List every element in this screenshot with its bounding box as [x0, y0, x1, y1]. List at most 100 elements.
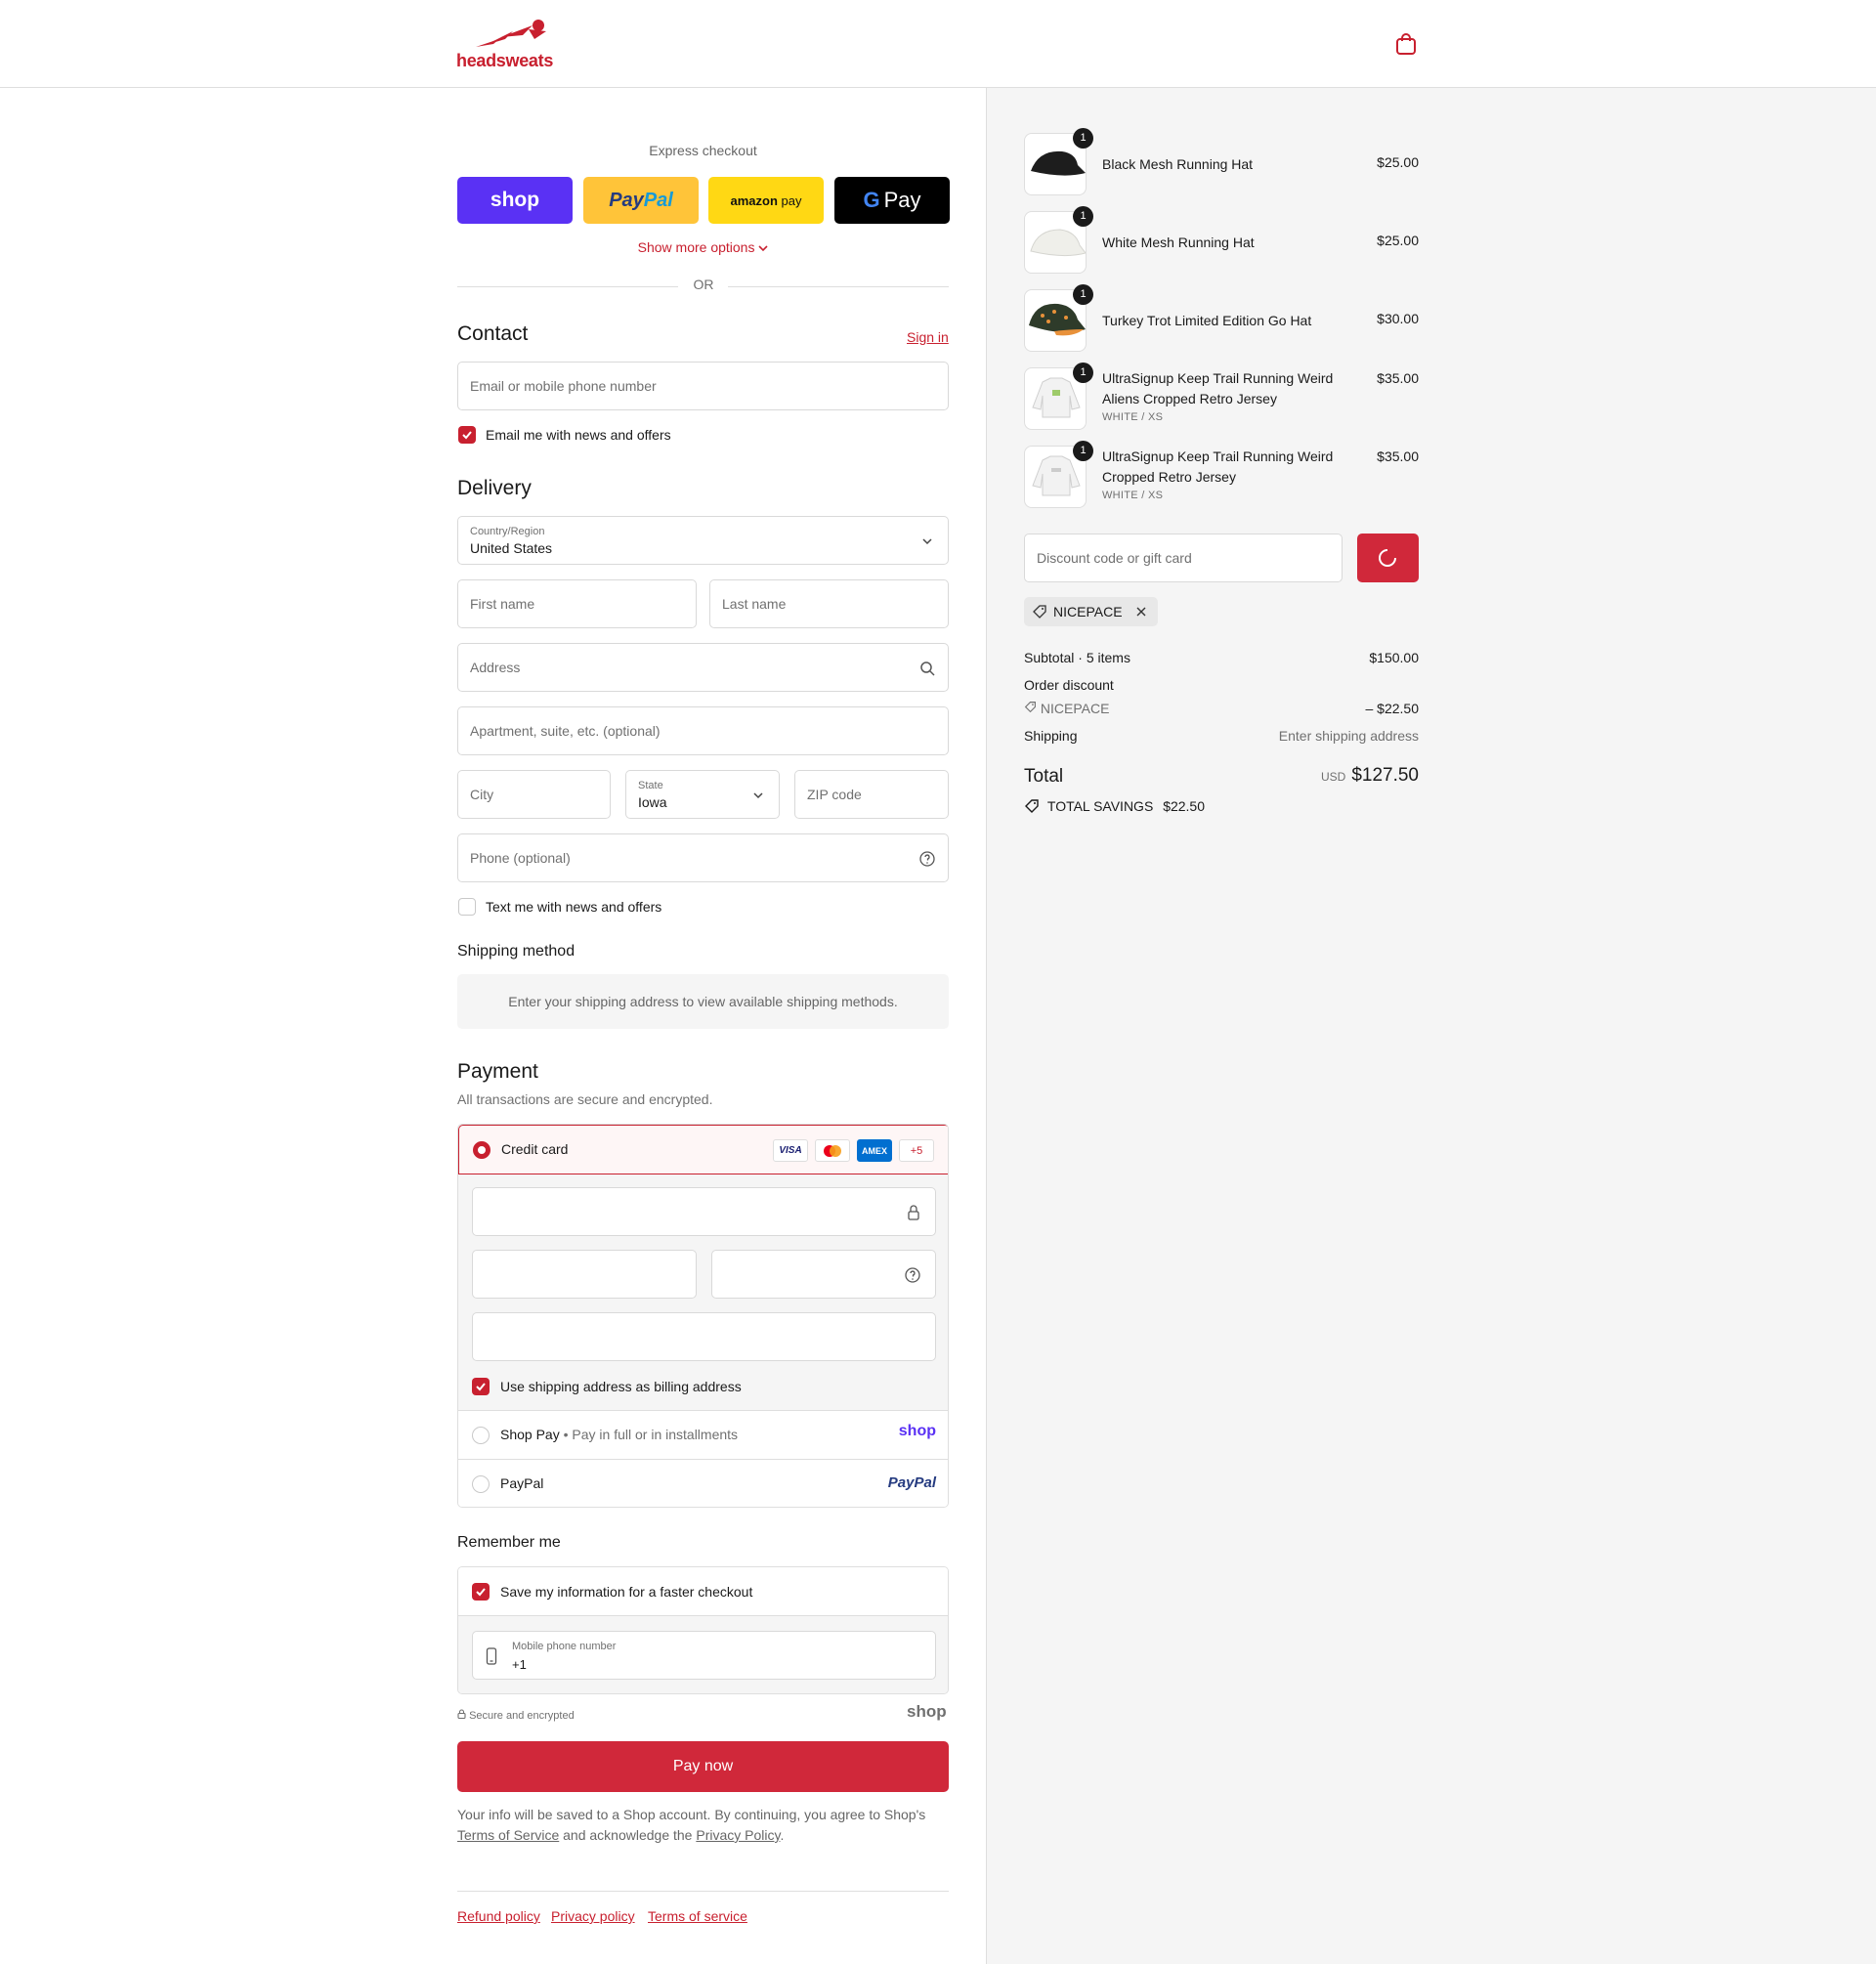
total-value: $127.50 [1351, 765, 1419, 786]
paypal-logo: PayPal [609, 189, 673, 211]
sign-in-link[interactable]: Sign in [907, 329, 949, 345]
loading-spinner-icon [1379, 549, 1396, 567]
remember-me-heading: Remember me [457, 1534, 561, 1551]
quantity-badge: 1 [1073, 441, 1093, 461]
shop-logo: shop [907, 1702, 947, 1721]
google-pay-express-button[interactable]: G Pay [834, 177, 950, 224]
contact-heading: Contact [457, 322, 529, 345]
quantity-badge: 1 [1073, 363, 1093, 383]
lock-icon [908, 1205, 919, 1220]
mobile-phone-field[interactable]: Mobile phone number +1 [472, 1631, 936, 1680]
state-select[interactable]: State Iowa [625, 770, 780, 819]
visa-icon: VISA [773, 1139, 808, 1162]
shop-pay-logo: shop [898, 1423, 936, 1439]
total-savings-row: TOTAL SAVINGS $22.50 [1024, 798, 1205, 814]
help-circle-icon[interactable] [918, 850, 936, 868]
brand-wordmark: headsweats [456, 51, 554, 70]
address-field[interactable]: Address [457, 643, 949, 692]
item-price: $25.00 [1377, 154, 1419, 170]
card-number-field[interactable] [472, 1187, 936, 1236]
checkmark-icon [462, 431, 472, 440]
item-name: UltraSignup Keep Trail Running Weird Cro… [1102, 448, 1334, 485]
google-g-icon: G [863, 188, 880, 212]
shipping-label: Shipping [1024, 728, 1078, 744]
terms-of-service-link[interactable]: Terms of service [648, 1908, 747, 1924]
shop-pay-radio[interactable] [472, 1427, 490, 1444]
headsweats-logo[interactable]: headsweats [456, 18, 558, 70]
first-name-field[interactable]: First name [457, 579, 697, 628]
item-name: Turkey Trot Limited Edition Go Hat [1102, 313, 1312, 328]
order-discount-label: Order discount [1024, 677, 1114, 693]
shipping-value: Enter shipping address [1278, 728, 1419, 744]
checkmark-icon [476, 1383, 486, 1391]
item-price: $35.00 [1377, 448, 1419, 464]
apply-discount-button[interactable] [1357, 534, 1419, 582]
email-news-checkbox[interactable] [458, 426, 476, 444]
lock-icon [457, 1709, 466, 1720]
item-variant: WHITE / XS [1102, 490, 1164, 501]
item-name: White Mesh Running Hat [1102, 235, 1255, 250]
payment-subtitle: All transactions are secure and encrypte… [457, 1091, 713, 1107]
credit-card-form: Use shipping address as billing address [458, 1174, 948, 1411]
email-field[interactable]: Email or mobile phone number [457, 362, 949, 410]
city-field[interactable]: City [457, 770, 611, 819]
privacy-policy-link[interactable]: Privacy policy [551, 1908, 635, 1924]
shopping-bag-icon[interactable] [1395, 32, 1417, 56]
quantity-badge: 1 [1073, 206, 1093, 227]
save-info-checkbox[interactable] [472, 1583, 490, 1601]
paypal-option[interactable]: PayPal PayPal [458, 1460, 948, 1507]
save-info-label: Save my information for a faster checkou… [500, 1584, 753, 1600]
help-circle-icon[interactable] [904, 1266, 921, 1284]
show-more-options-link[interactable]: Show more options [457, 239, 949, 255]
item-price: $25.00 [1377, 233, 1419, 248]
chevron-down-icon [753, 792, 763, 799]
paypal-express-button[interactable]: PayPal [583, 177, 699, 224]
billing-address-checkbox[interactable] [472, 1378, 490, 1395]
chevron-down-icon [922, 538, 932, 545]
search-icon [920, 662, 935, 676]
paypal-logo: PayPal [887, 1474, 936, 1491]
last-name-field[interactable]: Last name [709, 579, 949, 628]
gpay-label: Pay [883, 188, 921, 212]
shop-privacy-link[interactable]: Privacy Policy [696, 1827, 780, 1843]
divider [457, 286, 678, 287]
credit-card-option[interactable]: Credit card VISA AMEX +5 [458, 1125, 948, 1174]
phone-field[interactable]: Phone (optional) [457, 833, 949, 882]
total-label: Total [1024, 766, 1064, 787]
refund-policy-link[interactable]: Refund policy [457, 1908, 540, 1924]
shop-terms-link[interactable]: Terms of Service [457, 1827, 559, 1843]
discount-code-field[interactable]: Discount code or gift card [1024, 534, 1343, 582]
divider [728, 286, 949, 287]
paypal-radio[interactable] [472, 1475, 490, 1493]
shipping-method-heading: Shipping method [457, 943, 576, 960]
apartment-field[interactable]: Apartment, suite, etc. (optional) [457, 706, 949, 755]
pay-now-button[interactable]: Pay now [457, 1741, 949, 1792]
delivery-heading: Delivery [457, 477, 532, 499]
expiration-date-field[interactable] [472, 1250, 697, 1299]
name-on-card-field[interactable] [472, 1312, 936, 1361]
credit-card-radio[interactable] [473, 1141, 490, 1159]
item-price: $35.00 [1377, 370, 1419, 386]
zip-code-field[interactable]: ZIP code [794, 770, 949, 819]
quantity-badge: 1 [1073, 284, 1093, 305]
item-price: $30.00 [1377, 311, 1419, 326]
shop-pay-option[interactable]: Shop Pay • Pay in full or in installment… [458, 1411, 948, 1460]
shop-pay-express-button[interactable]: shop [457, 177, 573, 224]
billing-address-label: Use shipping address as billing address [500, 1379, 742, 1394]
tag-icon [1033, 605, 1046, 619]
close-icon[interactable] [1134, 605, 1148, 619]
mobile-phone-section: Mobile phone number +1 [458, 1616, 948, 1693]
text-news-checkbox[interactable] [458, 898, 476, 916]
security-code-field[interactable] [711, 1250, 936, 1299]
amex-icon: AMEX [857, 1139, 892, 1162]
country-select[interactable]: Country/Region United States [457, 516, 949, 565]
or-divider-label: OR [693, 277, 714, 292]
remember-me-box: Save my information for a faster checkou… [457, 1566, 949, 1694]
more-cards-badge: +5 [899, 1139, 934, 1162]
legal-text: Your info will be saved to a Shop accoun… [457, 1807, 926, 1843]
subtotal-value: $150.00 [1369, 650, 1419, 665]
amazon-pay-express-button[interactable]: amazon pay [708, 177, 824, 224]
item-variant: WHITE / XS [1102, 411, 1164, 423]
secure-encrypted-label: Secure and encrypted [457, 1709, 575, 1722]
discount-value: – $22.50 [1365, 701, 1420, 716]
